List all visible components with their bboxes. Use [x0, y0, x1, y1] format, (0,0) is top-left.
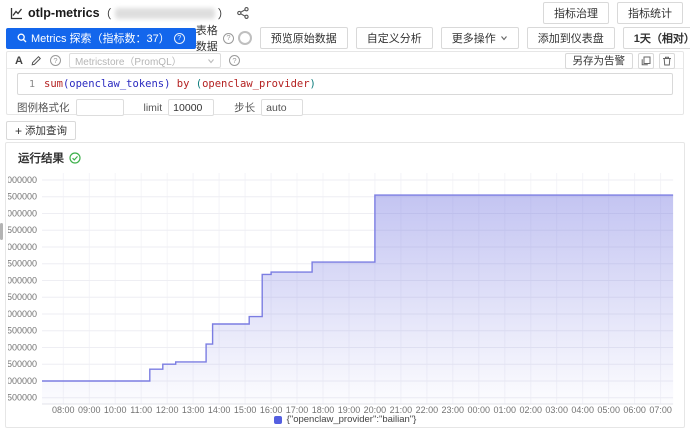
legend-item[interactable]: {"openclaw_provider":"bailian"} — [6, 414, 684, 425]
line-chart-icon — [10, 7, 23, 20]
svg-text:5500000: 5500000 — [8, 225, 37, 235]
font-style-icon[interactable]: A — [15, 55, 23, 67]
table-data-toggle-group: 表格数据 ? — [196, 22, 252, 54]
query-params: 图例格式化 limit 步长 — [17, 99, 683, 116]
help-icon[interactable]: ? — [223, 33, 234, 44]
table-data-label: 表格数据 — [196, 22, 219, 54]
svg-text:5000000: 5000000 — [8, 242, 37, 252]
delete-query-button[interactable] — [659, 53, 675, 69]
legend-format-label: 图例格式化 — [17, 100, 70, 115]
query-code[interactable]: sum(openclaw_tokens) by (openclaw_provid… — [44, 78, 316, 90]
legend-format-input[interactable] — [76, 99, 124, 116]
metric-statistics-button[interactable]: 指标统计 — [617, 2, 683, 24]
help-icon[interactable]: ? — [229, 55, 240, 66]
toolbar-right: 表格数据 ? 预览原始数据 自定义分析 更多操作 添加到仪表盘 1天（相对） 立… — [196, 22, 690, 54]
help-icon[interactable]: ? — [50, 55, 61, 66]
limit-input[interactable] — [168, 99, 214, 116]
query-toolbar-right: 另存为告警 — [565, 53, 676, 69]
add-query-button[interactable]: + 添加查询 — [6, 121, 76, 140]
title-paren-close: ） — [218, 5, 230, 22]
edit-pen-icon[interactable] — [31, 55, 42, 66]
redacted-project-id — [115, 8, 215, 19]
table-data-toggle[interactable] — [238, 31, 252, 45]
chevron-down-icon — [207, 57, 215, 65]
limit-label: limit — [144, 102, 163, 114]
toolbar: Metrics 探索（指标数：37） ? 表格数据 ? 预览原始数据 自定义分析… — [6, 27, 684, 49]
success-check-icon — [69, 152, 81, 164]
chevron-down-icon — [500, 34, 508, 42]
svg-text:4500000: 4500000 — [8, 259, 37, 269]
preview-raw-data-button[interactable]: 预览原始数据 — [260, 27, 348, 49]
custom-analysis-button[interactable]: 自定义分析 — [356, 27, 433, 49]
header-actions: 指标治理 指标统计 — [543, 2, 683, 24]
step-label: 步长 — [234, 100, 255, 115]
svg-text:2000000: 2000000 — [8, 343, 37, 353]
share-icon[interactable] — [237, 7, 249, 19]
svg-text:6000000: 6000000 — [8, 209, 37, 219]
svg-text:6500000: 6500000 — [8, 192, 37, 202]
line-number: 1 — [18, 79, 44, 90]
promql-editor[interactable]: 1 sum(openclaw_tokens) by (openclaw_prov… — [17, 73, 673, 95]
result-title: 运行结果 — [18, 150, 64, 166]
legend-label: {"openclaw_provider":"bailian"} — [287, 414, 417, 425]
page-title: otlp-metrics — [28, 6, 100, 20]
legend-marker — [274, 416, 282, 424]
scrollbar-thumb[interactable] — [0, 223, 3, 240]
time-range-button[interactable]: 1天（相对） — [623, 27, 690, 49]
svg-text:3000000: 3000000 — [8, 309, 37, 319]
plus-icon: + — [15, 124, 22, 138]
svg-text:7000000: 7000000 — [8, 175, 37, 185]
title-paren-open: （ — [100, 5, 112, 22]
page: otlp-metrics （ ） 指标治理 指标统计 Metrics 探索（指标… — [0, 0, 690, 429]
step-input[interactable] — [261, 99, 303, 116]
save-as-alert-button[interactable]: 另存为告警 — [565, 53, 634, 69]
svg-text:1500000: 1500000 — [8, 359, 37, 369]
result-panel: 运行结果 08:0009:0010:0011:0012:0013:0014:00… — [5, 142, 685, 428]
copy-icon — [641, 56, 651, 66]
svg-text:500000: 500000 — [8, 393, 37, 403]
search-icon — [17, 33, 27, 43]
result-chart[interactable]: 08:0009:0010:0011:0012:0013:0014:0015:00… — [8, 167, 684, 417]
result-header: 运行结果 — [6, 143, 684, 166]
svg-text:3500000: 3500000 — [8, 292, 37, 302]
query-panel: A ? Metricstore（PromQL） ? 另存为告警 — [6, 51, 684, 115]
help-icon[interactable]: ? — [174, 33, 185, 44]
query-toolbar: A ? Metricstore（PromQL） ? 另存为告警 — [7, 53, 683, 69]
svg-text:2500000: 2500000 — [8, 326, 37, 336]
metric-governance-button[interactable]: 指标治理 — [543, 2, 609, 24]
copy-query-button[interactable] — [638, 53, 654, 69]
metrics-explore-button[interactable]: Metrics 探索（指标数：37） ? — [6, 28, 196, 49]
svg-text:4000000: 4000000 — [8, 276, 37, 286]
trash-icon — [662, 56, 672, 66]
metricstore-select[interactable]: Metricstore（PromQL） — [69, 53, 221, 68]
svg-text:1000000: 1000000 — [8, 376, 37, 386]
more-actions-button[interactable]: 更多操作 — [441, 27, 519, 49]
add-to-dashboard-button[interactable]: 添加到仪表盘 — [527, 27, 615, 49]
